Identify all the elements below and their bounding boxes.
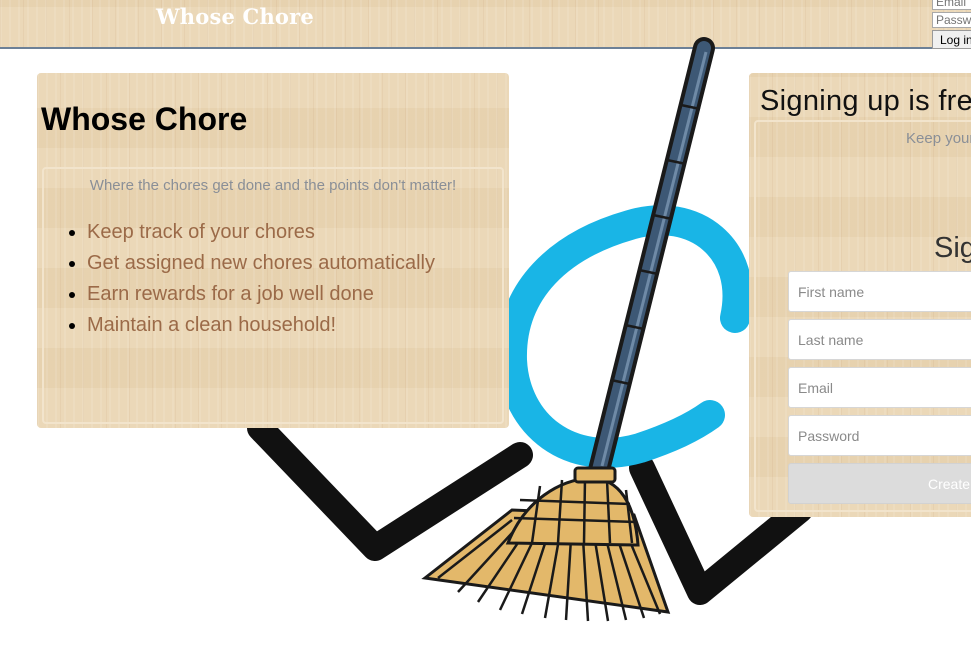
last-name-field[interactable] [788, 319, 971, 360]
intro-content-box: Where the chores get done and the points… [42, 167, 504, 424]
intro-tagline: Where the chores get done and the points… [89, 177, 457, 194]
broom-handle [588, 37, 715, 481]
signup-title: Signing up is free [760, 85, 971, 117]
signup-form-box: Keep your Sign Create [754, 120, 971, 512]
feature-text: Maintain a clean household! [87, 314, 337, 336]
feature-list-item: Keep track of your chores [87, 217, 435, 248]
password-field[interactable] [788, 415, 971, 456]
feature-list-item: Get assigned new chores automatically [87, 248, 435, 279]
signup-heading: Sign [934, 232, 971, 264]
signup-panel: Signing up is free Keep your Sign Create [749, 73, 971, 517]
feature-list: Keep track of your chores Get assigned n… [44, 217, 435, 341]
intro-title: Whose Chore [41, 101, 248, 137]
create-account-button[interactable]: Create [788, 463, 971, 504]
feature-list-item: Earn rewards for a job well done [87, 279, 435, 310]
feature-text: Keep track of your chores [87, 221, 315, 243]
first-name-field[interactable] [788, 271, 971, 312]
email-field[interactable] [788, 367, 971, 408]
feature-list-item: Maintain a clean household! [87, 310, 435, 341]
intro-panel: Whose Chore Where the chores get done an… [37, 73, 509, 428]
feature-text: Earn rewards for a job well done [87, 283, 374, 305]
signup-tagline: Keep your [906, 130, 971, 147]
feature-text: Get assigned new chores automatically [87, 252, 435, 274]
